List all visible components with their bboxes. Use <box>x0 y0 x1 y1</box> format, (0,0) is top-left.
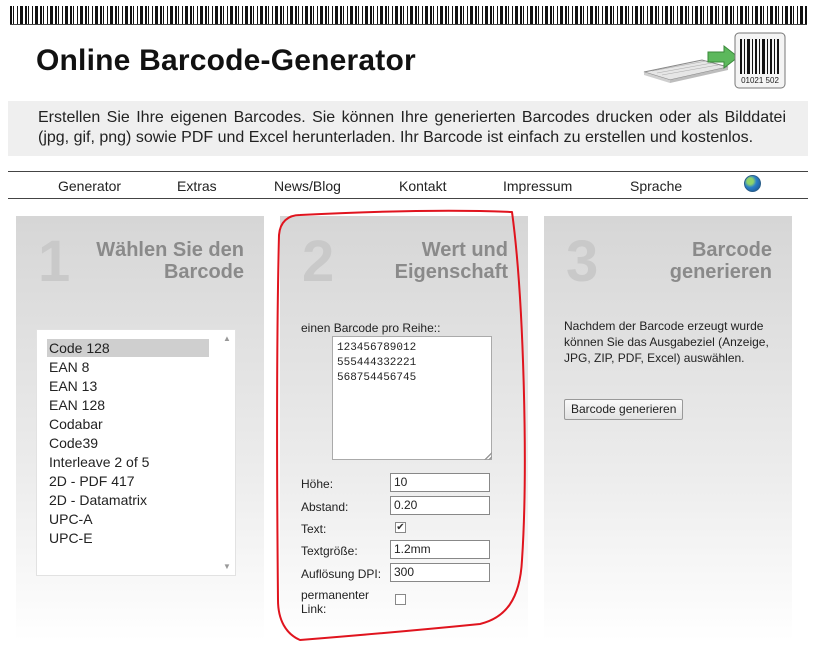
generate-barcode-button[interactable]: Barcode generieren <box>564 399 684 420</box>
dpi-input[interactable]: 300 <box>390 563 490 582</box>
resize-grip-icon[interactable] <box>484 452 492 460</box>
hoehe-input[interactable]: 10 <box>390 473 490 492</box>
barcode-option[interactable]: Code 128 <box>47 339 209 357</box>
step-3-panel: 3 Barcode generieren Nachdem der Barcode… <box>544 216 792 641</box>
values-label: einen Barcode pro Reihe:: <box>301 321 441 335</box>
text-label: Text: <box>301 522 327 536</box>
text-checkbox[interactable]: ✔ <box>395 522 406 533</box>
intro-text: Erstellen Sie Ihre eigenen Barcodes. Sie… <box>8 101 808 156</box>
step-3-number: 3 <box>566 229 599 294</box>
textgroesse-label: Textgröße: <box>301 544 358 558</box>
step-1-heading: Wählen Sie den Barcode <box>96 239 244 283</box>
permalink-label-line1: permanenter <box>301 588 370 602</box>
scroll-up-icon[interactable]: ▲ <box>223 334 231 343</box>
nav-sprache[interactable]: Sprache <box>630 178 682 194</box>
barcode-option[interactable]: EAN 13 <box>47 377 209 395</box>
barcode-type-list[interactable]: Code 128 EAN 8 EAN 13 EAN 128 Codabar Co… <box>36 329 236 576</box>
step-3-heading: Barcode generieren <box>669 239 772 283</box>
permalink-checkbox[interactable] <box>395 594 406 605</box>
barcode-option[interactable]: UPC-A <box>47 510 209 528</box>
barcode-option[interactable]: EAN 8 <box>47 358 209 376</box>
barcode-values-textarea[interactable]: 123456789012 555444332221 568754456745 <box>332 336 492 460</box>
checkmark-icon: ✔ <box>396 522 405 533</box>
barcode-option[interactable]: 2D - Datamatrix <box>47 491 209 509</box>
step-1-panel: 1 Wählen Sie den Barcode Code 128 EAN 8 … <box>16 216 264 641</box>
scroll-down-icon[interactable]: ▼ <box>223 562 231 571</box>
nav-extras[interactable]: Extras <box>177 178 217 194</box>
step-2-number: 2 <box>302 229 335 294</box>
barcode-option[interactable]: 2D - PDF 417 <box>47 472 209 490</box>
barcode-option[interactable]: Interleave 2 of 5 <box>47 453 209 471</box>
nav-impressum[interactable]: Impressum <box>503 178 572 194</box>
step-1-number: 1 <box>38 229 71 294</box>
logo-code-text: 01021 502 <box>741 76 779 85</box>
step-2-heading: Wert und Eigenschaft <box>394 239 508 283</box>
main-navigation: Generator Extras News/Blog Kontakt Impre… <box>8 171 808 199</box>
globe-icon[interactable] <box>744 175 761 192</box>
barcode-option[interactable]: UPC-E <box>47 529 209 547</box>
nav-kontakt[interactable]: Kontakt <box>399 178 446 194</box>
hoehe-label: Höhe: <box>301 477 334 491</box>
step-2-panel: 2 Wert und Eigenschaft einen Barcode pro… <box>280 216 528 641</box>
abstand-input[interactable]: 0.20 <box>390 496 490 515</box>
step-3-description: Nachdem der Barcode erzeugt wurde können… <box>564 319 769 365</box>
barcode-option[interactable]: Code39 <box>47 434 209 452</box>
page-title: Online Barcode-Generator <box>36 44 416 77</box>
barcode-strip-decoration <box>10 6 807 25</box>
nav-generator[interactable]: Generator <box>58 178 121 194</box>
barcode-option[interactable]: EAN 128 <box>47 396 209 414</box>
dpi-label: Auflösung DPI: <box>301 567 382 581</box>
nav-news-blog[interactable]: News/Blog <box>274 178 341 194</box>
barcode-option[interactable]: Codabar <box>47 415 209 433</box>
abstand-label: Abstand: <box>301 500 349 514</box>
textgroesse-input[interactable]: 1.2mm <box>390 540 490 559</box>
permalink-label-line2: Link: <box>301 602 327 616</box>
keyboard-to-barcode-logo: 01021 502 <box>643 32 786 89</box>
